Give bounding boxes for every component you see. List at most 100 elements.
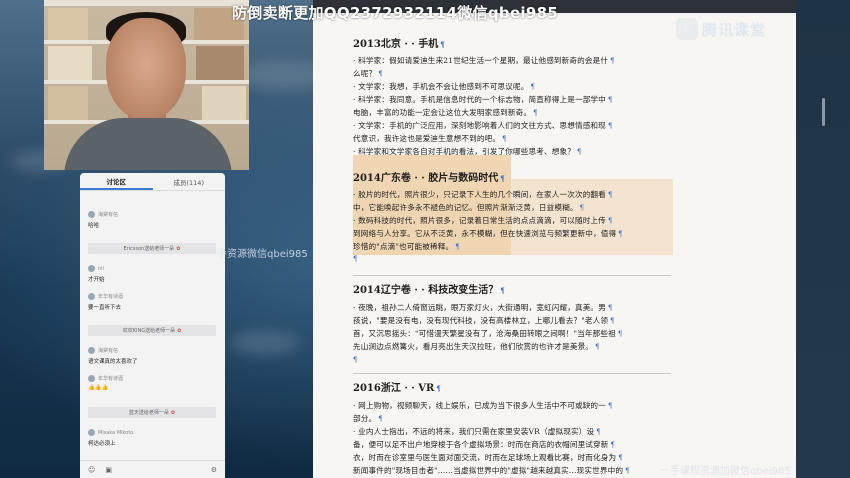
paragraph-mark-icon: ¶	[502, 135, 507, 143]
document-scrollbar[interactable]	[822, 98, 825, 126]
paragraph-mark-icon: ¶	[618, 230, 623, 238]
section-title: 2016浙江 · · VR ¶	[353, 383, 441, 394]
avatar	[88, 375, 95, 382]
list-item: nii 才开始	[88, 265, 218, 283]
chat-message-text: 才开始	[88, 277, 105, 283]
right-panel	[796, 0, 850, 478]
list-item: 海棠有信 哈哈	[88, 211, 218, 229]
doc-line: 代意识，我许这也是爱迪生意想不到的吧。 ¶	[353, 134, 507, 143]
paragraph-mark-icon: ¶	[353, 356, 358, 364]
paragraph-mark-icon: ¶	[607, 122, 613, 130]
paragraph-mark-icon: ¶	[607, 304, 613, 312]
paragraph-mark-icon: ¶	[625, 467, 630, 475]
paragraph-mark-icon: ¶	[607, 191, 613, 199]
paragraph-mark-icon: ¶	[455, 243, 460, 251]
paragraph-mark-icon: ¶	[579, 204, 585, 212]
brand-name: 腾讯课堂	[702, 20, 767, 39]
avatar	[88, 429, 95, 436]
paragraph-mark-icon: ¶	[500, 286, 505, 295]
flower-icon: ✿	[177, 327, 182, 334]
tencent-classroom-logo: 腾讯课堂	[676, 18, 766, 40]
chat-username: 海棠有信	[98, 212, 119, 218]
divider	[353, 275, 671, 276]
gift-notice: 蓝天送给老师一朵 ✿	[88, 407, 216, 418]
doc-line: · 文学家：我想，手机会不会让他感到不可思议呢。 ¶	[353, 82, 536, 91]
document-page[interactable]: 2013北京 · · 手机 ¶ · 科学家：假如请爱迪生来21世纪生活一个星期，最…	[313, 13, 796, 478]
paragraph-mark-icon: ¶	[595, 343, 600, 351]
paragraph-mark-icon: ¶	[607, 96, 613, 104]
gift-notice: Ericsson送给老师一朵 ✿	[88, 243, 216, 254]
chat-message-text: 语文课真的太喜欢了	[88, 359, 138, 365]
flower-icon: ✿	[170, 409, 176, 416]
chat-toolbar: ☺ ▣ ⚙	[80, 460, 225, 478]
paragraph-mark-icon: ¶	[440, 40, 445, 49]
avatar	[88, 347, 95, 354]
gift-notice: 欢欢KING送给老师一朵 ✿	[88, 325, 216, 336]
paragraph-mark-icon: ¶	[610, 317, 615, 325]
avatar	[88, 293, 95, 300]
paragraph-mark-icon: ¶	[607, 402, 613, 410]
chat-username: 海棠有信	[98, 348, 119, 354]
chat-username: nii	[98, 265, 104, 272]
teacher-webcam	[44, 0, 249, 170]
paragraph-mark-icon: ¶	[610, 441, 616, 449]
section-title: 2014辽宁卷 · · 科技改变生活？ ¶	[353, 285, 505, 296]
paragraph-mark-icon: ¶	[353, 255, 358, 263]
doc-line: 中，它能唤起许多永不褪色的记忆。但照片渐渐泛黄，日益模糊。 ¶	[353, 203, 585, 212]
watermark-top: 防倒卖断更加QQ2372932114微信qbei985	[232, 4, 559, 22]
paragraph-mark-icon: ¶	[533, 109, 538, 117]
chat-tabs: 讨论区 成员(114)	[80, 173, 225, 191]
doc-line: · 文学家：手机的广泛应用，深刻地影响着人们的文往方式、思想情感和现 ¶	[353, 121, 613, 130]
chat-username: 年华有诗酒	[98, 376, 124, 382]
paragraph-mark-icon: ¶	[610, 57, 615, 65]
paragraph-mark-icon: ¶	[617, 330, 623, 338]
doc-line: 珍惜的"点滴"也可能被稀释。 ¶	[353, 242, 460, 251]
chat-panel: 讨论区 成员(114) 海棠有信 哈哈 Ericsson送给老师一朵 ✿ nii …	[80, 173, 225, 478]
chat-message-text: 要一直听下去	[88, 305, 122, 311]
gift-notice-text: 蓝天送给老师一朵	[128, 410, 169, 416]
list-item: 年华有诗酒 👍👍👍	[88, 375, 218, 391]
tab-discussion[interactable]: 讨论区	[80, 173, 153, 190]
section-title: 2014广东卷 · · 胶片与数码时代 ¶	[353, 173, 505, 184]
chat-username: 年华有诗酒	[98, 294, 124, 300]
doc-line: · 科学家：假如请爱迪生来21世纪生活一个星期，最让他感到新奇的会是什 ¶	[353, 56, 615, 65]
doc-line: · 科学家：我同意。手机是信息时代的一个标志物，简直称得上是一部学中 ¶	[353, 95, 613, 104]
watermark-bottom: 一手课程资源加微信qbei985	[660, 466, 791, 477]
gift-notice-text: Ericsson送给老师一朵	[123, 246, 175, 252]
divider	[353, 373, 671, 374]
doc-line: 电脑，丰富的功能一定会让这位大发明家感到新奇。 ¶	[353, 108, 538, 117]
paragraph-mark-icon: ¶	[530, 83, 536, 91]
paragraph-mark-icon: ¶	[576, 148, 582, 156]
doc-line: 新闻事件的"现场目击者"……当虚拟世界中的"虚拟"越来越真实...现实世界中的 ¶	[353, 466, 630, 475]
chat-username: Misaka Mikoto	[98, 429, 134, 436]
doc-line: 首，又沉思摇头："可惜漫天繁星没有了，沧海桑田转眼之间啊！"当年那些祖 ¶	[353, 329, 623, 338]
avatar	[88, 211, 95, 218]
doc-line: 先山涧边点燃篝火，看月亮出生天汉拉旺，他们欣赏的也许才是美景。 ¶	[353, 342, 600, 351]
play-icon	[676, 18, 698, 40]
emoji-icon[interactable]: ☺	[88, 466, 95, 474]
watermark-middle: 一手资源微信qbei985	[207, 249, 308, 260]
paragraph-mark-icon: ¶	[378, 415, 383, 423]
doc-line: 备，便可以足不出户地穿梭于各个虚拟场景：时而在商店的衣帽间里试穿新 ¶	[353, 440, 616, 449]
doc-line: 到网络与人分享。它从不泛黄，永不模糊，但在快速浏览与频繁更新中，值得 ¶	[353, 229, 623, 238]
settings-icon[interactable]: ⚙	[211, 466, 217, 474]
gift-notice-text: 欢欢KING送给老师一朵	[122, 328, 176, 334]
doc-line: · 夜晚，祖孙二人倚窗远眺，眼万家灯火，大街通明，宽虹闪耀，真美。男 ¶	[353, 303, 613, 312]
list-item: 海棠有信 语文课真的太喜欢了	[88, 347, 218, 365]
paragraph-mark-icon: ¶	[500, 174, 505, 183]
paragraph-mark-icon: ¶	[596, 428, 601, 436]
doc-line: 衣，时而在诊室里与医生面对面交流，时而在足球场上观看比赛，时而化身为 ¶	[353, 453, 623, 462]
paragraph-mark-icon: ¶	[378, 70, 383, 78]
tab-members[interactable]: 成员(114)	[153, 173, 226, 190]
image-icon[interactable]: ▣	[105, 466, 112, 474]
doc-line: · 业内人士指出，不远的将来，我们只需在家里安装VR（虚拟现实）设 ¶	[353, 427, 601, 436]
doc-line: 孩说，"要是没有电，没有现代科技，没有高楼林立，上哪儿看去？"老人领 ¶	[353, 316, 615, 325]
chat-message-text: 哈哈	[88, 223, 100, 229]
teacher-face	[106, 18, 186, 120]
paragraph-mark-icon: ¶	[618, 454, 623, 462]
list-item: Misaka Mikoto 柯达必须上	[88, 429, 218, 447]
chat-message-text: 柯达必须上	[88, 441, 116, 447]
list-item: 年华有诗酒 要一直听下去	[88, 293, 218, 311]
avatar	[88, 265, 95, 272]
flower-icon: ✿	[176, 245, 181, 252]
